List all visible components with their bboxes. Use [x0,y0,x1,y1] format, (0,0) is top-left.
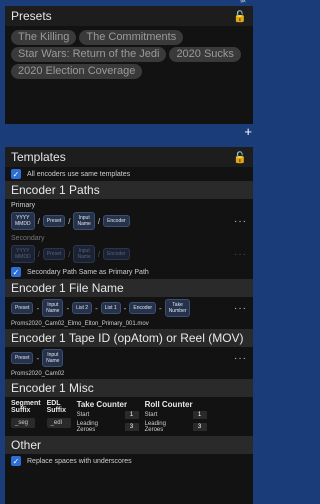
roll-counter-title: Roll Counter [144,400,193,409]
same-as-primary-label: Secondary Path Same as Primary Path [27,268,149,276]
take-zeroes-input[interactable]: 3 [124,423,139,431]
lock-icon[interactable]: 🔓 [233,151,247,164]
name-token[interactable]: Take Number [164,299,191,317]
all-encoders-label: All encoders use same templates [27,170,131,178]
more-icon[interactable]: ··· [234,216,247,227]
misc-row: Segment Suffix _seg EDL Suffix _edl Take… [5,397,253,436]
roll-start-label: Start [144,412,158,418]
name-token[interactable]: Encoder [129,302,157,314]
segment-suffix-label: Segment Suffix [11,400,41,414]
primary-path-row: YYYY MMDD / Preset / Input Name / Encode… [5,210,253,232]
segment-suffix-input[interactable]: _seg [11,418,35,428]
name-token[interactable]: Input Name [42,299,64,317]
add-preset-button[interactable]: + [244,124,252,139]
path-token[interactable]: Encoder [103,215,130,227]
other-title: Other [5,436,253,454]
same-as-primary-checkbox[interactable]: ✓ [11,267,21,277]
file-name-row: Preset - Input Name - List 2 - List 1 - … [5,297,253,319]
preset-chip[interactable]: 2020 Election Coverage [11,64,143,79]
name-token[interactable]: Preset [11,302,34,314]
more-icon[interactable]: ··· [234,303,247,314]
path-token[interactable]: YYYY MMDD [11,212,35,230]
path-token: Preset [42,248,66,260]
file-name-example: Proms2020_Cam02_Elmo_Elton_Primary_001.m… [11,321,149,327]
preset-chip[interactable]: The Commitments [79,30,184,45]
path-token[interactable]: Input Name [73,212,95,230]
name-token[interactable]: List 1 [100,302,121,314]
roll-start-input[interactable]: 1 [192,411,207,419]
tape-id-example: Proms2020_Cam02 [11,371,65,377]
secondary-label: Secondary [11,235,45,242]
take-zeroes-label: Leading Zeroes [76,421,98,433]
take-counter-title: Take Counter [76,400,128,409]
presets-header: Presets 🔓 [5,6,253,26]
all-encoders-checkbox[interactable]: ✓ [11,169,21,179]
name-token[interactable]: List 2 [72,302,93,314]
primary-label: Primary [11,202,36,209]
presets-title: Presets [11,9,52,23]
tape-id-title: Encoder 1 Tape ID (opAtom) or Reel (MOV) [5,329,253,347]
lock-icon[interactable]: 🔓 [233,10,247,23]
preset-chip[interactable]: 2020 Sucks [169,47,241,62]
path-token: YYYY MMDD [11,245,35,263]
misc-title: Encoder 1 Misc [5,379,253,397]
file-name-title: Encoder 1 File Name [5,279,253,297]
preset-chip[interactable]: Star Wars: Return of the Jedi [11,47,167,62]
templates-title: Templates [11,150,66,164]
all-encoders-row[interactable]: ✓ All encoders use same templates [5,167,253,181]
more-icon[interactable]: ··· [234,353,247,364]
templates-panel: »× Templates 🔓 ✓ All encoders use same t… [5,147,253,504]
templates-header: Templates 🔓 [5,147,253,167]
same-as-primary-row[interactable]: ✓ Secondary Path Same as Primary Path [5,265,253,279]
paths-title: Encoder 1 Paths [5,181,253,199]
presets-panel: »× Presets 🔓 The Killing The Commitments… [5,0,253,124]
edl-suffix-input[interactable]: _edl [46,418,71,428]
take-start-label: Start [76,412,90,418]
replace-spaces-label: Replace spaces with underscores [27,457,132,465]
preset-list: The Killing The Commitments Star Wars: R… [5,26,253,83]
roll-zeroes-label: Leading Zeroes [144,421,166,433]
preset-chip[interactable]: The Killing [11,30,77,45]
replace-spaces-checkbox[interactable]: ✓ [11,456,21,466]
path-token[interactable]: Preset [42,215,66,227]
collapse-icon[interactable]: »× [240,0,246,5]
more-icon: ··· [234,248,247,260]
replace-spaces-row[interactable]: ✓ Replace spaces with underscores [5,454,253,468]
tape-token[interactable]: Input Name [42,349,64,367]
path-token: Encoder [103,248,130,260]
take-start-input[interactable]: 1 [124,411,139,419]
secondary-path-row: YYYY MMDD / Preset / Input Name / Encode… [5,243,253,265]
tape-id-row: Preset - Input Name ··· [5,347,253,369]
edl-suffix-label: EDL Suffix [46,400,67,414]
path-token: Input Name [73,245,95,263]
roll-zeroes-input[interactable]: 3 [192,423,207,431]
tape-token[interactable]: Preset [11,352,34,364]
